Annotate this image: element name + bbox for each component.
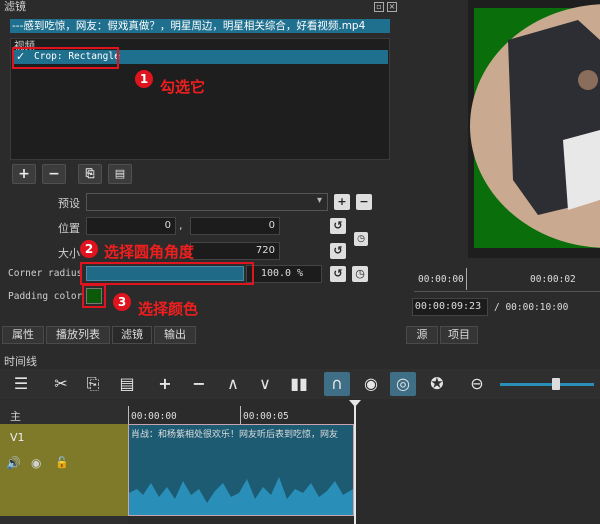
clip-caption: 肖战：和杨紫相处很欢乐！网友听后表到吃惊，网友 [131, 430, 339, 440]
annotation-badge-2: 2 [80, 240, 98, 258]
paste-filter-button[interactable]: ▤ [108, 164, 132, 184]
annotation-text-3: 选择颜色 [138, 300, 199, 318]
close-icon[interactable]: × [387, 2, 397, 12]
preset-label: 预设 [58, 197, 80, 210]
track-main-label: 主 [10, 410, 21, 423]
tab-playlist[interactable]: 播放列表 [46, 326, 110, 344]
size-height-input[interactable]: 720 [190, 242, 280, 260]
chevron-down-icon: ▾ [316, 195, 322, 206]
save-preset-button[interactable]: + [334, 194, 350, 210]
ripple-icon[interactable]: ◎ [390, 372, 416, 396]
timeline-clip[interactable]: 肖战：和杨紫相处很欢乐！网友听后表到吃惊，网友 [128, 424, 354, 516]
add-filter-button[interactable]: + [12, 164, 36, 184]
track-v1-label: V1 [10, 431, 25, 444]
overwrite-icon[interactable]: ∨ [252, 372, 278, 396]
tab-source[interactable]: 源 [406, 326, 438, 344]
preset-select[interactable]: ▾ [86, 193, 328, 211]
annotation-text-2: 选择圆角角度 [104, 243, 195, 261]
keyframe-corner-icon[interactable]: ◷ [352, 266, 368, 282]
corner-radius-input[interactable]: 100.0 % [246, 265, 322, 283]
snap-icon[interactable]: ∩ [324, 372, 350, 396]
remove-icon[interactable]: − [186, 372, 212, 396]
remove-filter-button[interactable]: − [42, 164, 66, 184]
annotation-badge-3: 3 [113, 293, 131, 311]
highlight-box-2 [80, 262, 254, 285]
size-label: 大小 [58, 247, 80, 260]
lift-icon[interactable]: ∧ [220, 372, 246, 396]
zoom-slider[interactable] [500, 383, 594, 386]
padding-color-label: Padding color [8, 291, 83, 302]
highlight-box-3 [82, 284, 106, 308]
playhead-marker-icon[interactable] [349, 400, 361, 407]
corner-radius-label: Corner radius [8, 268, 83, 279]
zoom-slider-handle[interactable] [552, 378, 560, 390]
player-ruler-mark: 00:00:02 [530, 274, 576, 285]
tab-filters[interactable]: 滤镜 [112, 326, 152, 344]
reset-corner-icon[interactable]: ↺ [330, 266, 346, 282]
copy-filter-button[interactable]: ⎘ [78, 164, 102, 184]
highlight-box-1 [12, 47, 119, 69]
timeline-playhead[interactable] [354, 400, 356, 524]
eye-icon[interactable]: ◉ [31, 456, 41, 470]
append-icon[interactable]: + [152, 372, 178, 396]
cut-icon[interactable]: ✂ [48, 372, 74, 396]
ripple-all-icon[interactable]: ✪ [424, 372, 450, 396]
copy-icon[interactable]: ⎘ [80, 372, 106, 396]
position-separator: , [179, 219, 183, 232]
tab-properties[interactable]: 属性 [2, 326, 44, 344]
reset-size-icon[interactable]: ↺ [330, 243, 346, 259]
tab-export[interactable]: 输出 [154, 326, 196, 344]
paste-icon[interactable]: ▤ [114, 372, 140, 396]
zoom-out-icon[interactable]: ⊖ [464, 372, 490, 396]
position-x-input[interactable]: 0 [86, 217, 176, 235]
annotation-badge-1: 1 [135, 70, 153, 88]
video-preview [468, 0, 600, 258]
clip-filename: ---感到吃惊，网友：假戏真做？，明星周边，明星相关综合，好看视频.mp4 [10, 19, 390, 33]
player-ruler-start: 00:00:00 [418, 274, 464, 285]
split-icon[interactable]: ▮▮ [286, 372, 312, 396]
timeline-ruler-start: 00:00:00 [131, 411, 177, 422]
annotation-text-1: 勾选它 [160, 78, 206, 96]
mute-icon[interactable]: 🔊 [6, 456, 21, 470]
timeline-ruler-mark: 00:00:05 [243, 411, 289, 422]
filters-panel-title: 滤镜 [0, 0, 400, 14]
position-y-input[interactable]: 0 [190, 217, 280, 235]
keyframe-position-icon[interactable]: ◷ [354, 232, 368, 246]
player-playhead[interactable] [466, 268, 467, 290]
timeline-ruler[interactable] [128, 400, 600, 424]
reset-position-icon[interactable]: ↺ [330, 218, 346, 234]
menu-icon[interactable]: ☰ [8, 372, 34, 396]
float-icon[interactable]: ▫ [374, 2, 384, 12]
timeline-title: 时间线 [4, 355, 37, 368]
duration-display: / 00:00:10:00 [494, 302, 569, 313]
timecode-input[interactable]: 00:00:09:23 [412, 298, 488, 316]
delete-preset-button[interactable]: − [356, 194, 372, 210]
scrub-icon[interactable]: ◉ [358, 372, 384, 396]
tab-project[interactable]: 项目 [440, 326, 478, 344]
position-label: 位置 [58, 222, 80, 235]
lock-icon[interactable]: 🔓 [55, 456, 69, 469]
